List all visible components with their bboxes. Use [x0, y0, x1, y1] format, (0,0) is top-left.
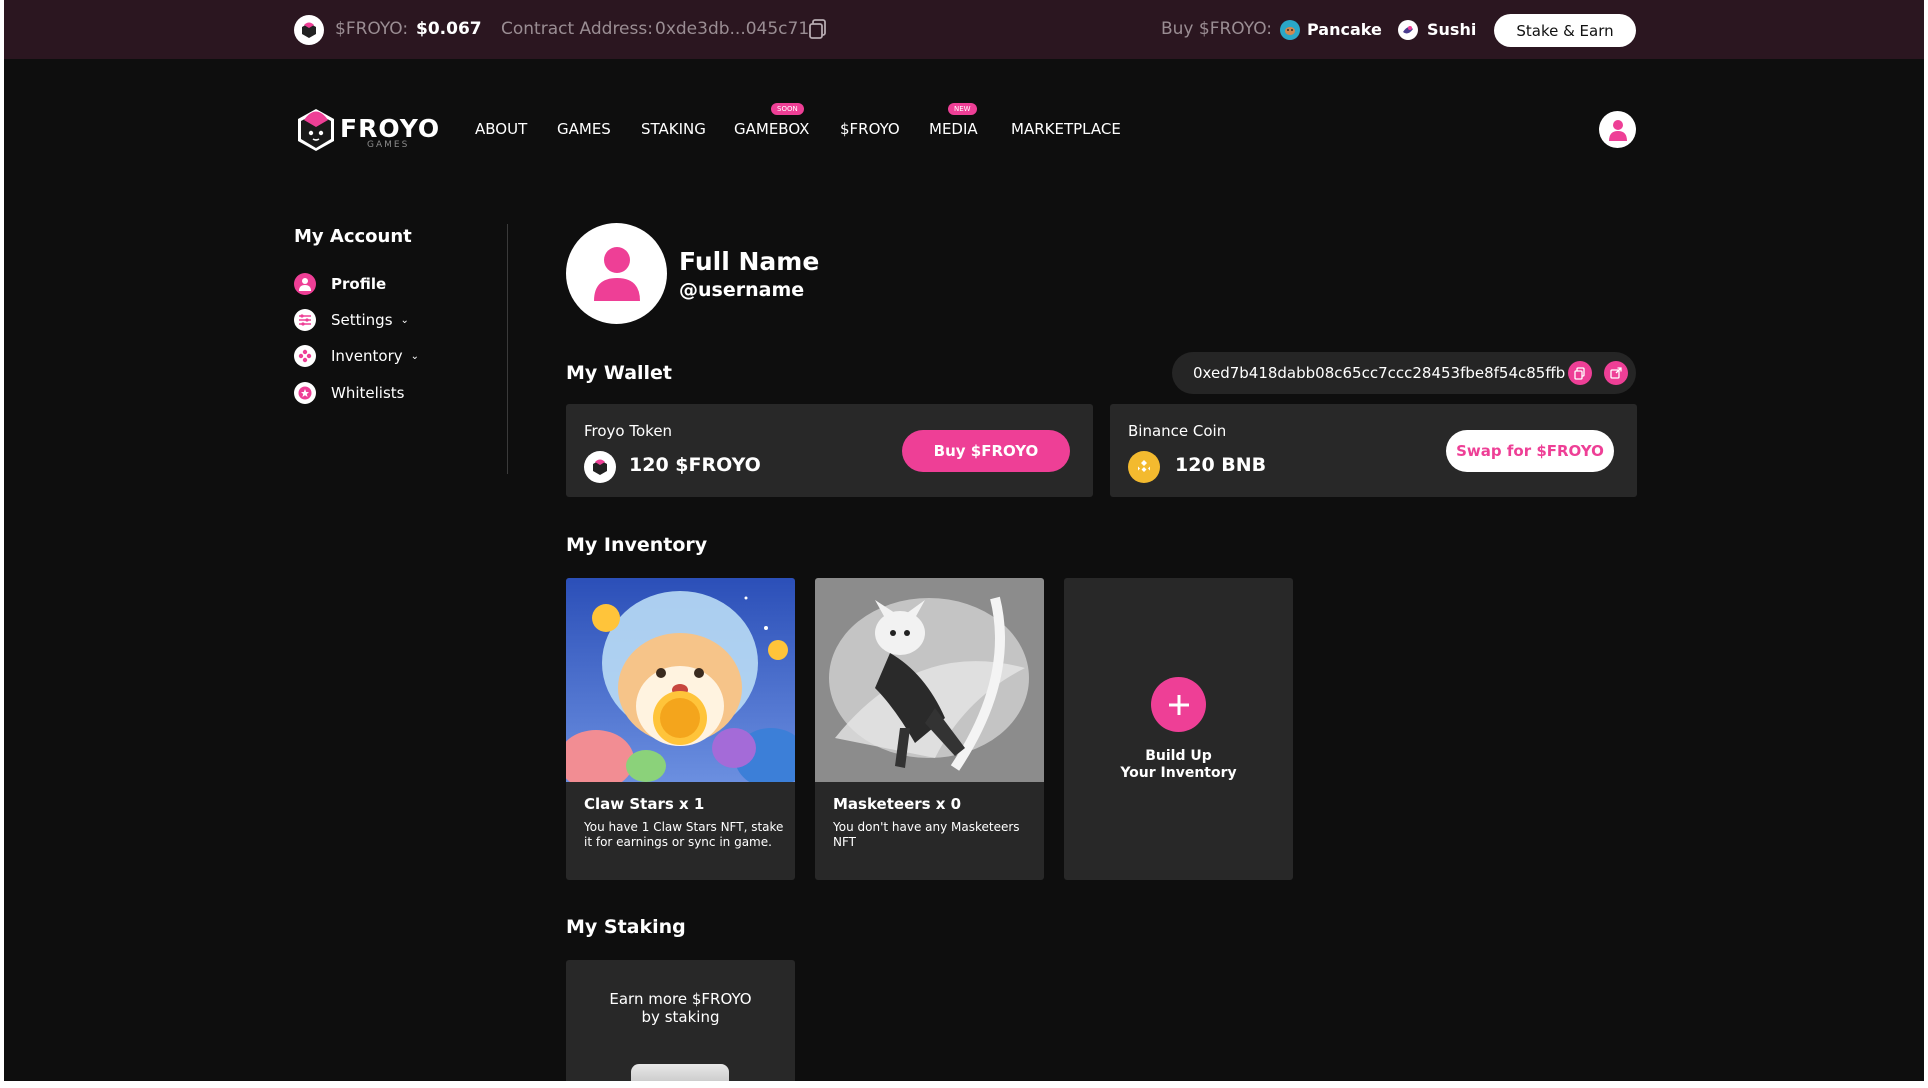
sidebar-item-label: Whitelists: [331, 384, 405, 402]
nav-about[interactable]: ABOUT: [475, 120, 527, 138]
nav-marketplace[interactable]: MARKETPLACE: [1011, 120, 1121, 138]
inventory-item-title: Claw Stars x 1: [584, 795, 705, 813]
sidebar-item-settings[interactable]: Settings ⌄: [294, 308, 409, 332]
sidebar-item-inventory[interactable]: Inventory ⌄: [294, 344, 419, 368]
sliders-icon: [294, 309, 316, 331]
chevron-down-icon[interactable]: ⌄: [411, 351, 419, 362]
nav-games[interactable]: GAMES: [557, 120, 611, 138]
buy-froyo-button[interactable]: Buy $FROYO: [902, 430, 1070, 472]
sidebar-item-label: Settings: [331, 311, 393, 329]
build-inventory-text: Build Up Your Inventory: [1064, 748, 1293, 782]
logo-subtext: GAMES: [367, 140, 410, 150]
wallet-address: 0xed7b418dabb08c65cc7ccc28453fbe8f54c85f…: [1193, 364, 1566, 382]
bnb-balance: 120 BNB: [1175, 454, 1267, 476]
logo-text: FROYO: [340, 114, 441, 143]
profile-full-name: Full Name: [679, 247, 820, 276]
profile-avatar[interactable]: [566, 223, 667, 324]
external-link-icon[interactable]: [1604, 361, 1628, 385]
inventory-card-masketeers[interactable]: Masketeers x 0 You don't have any Masket…: [815, 578, 1044, 880]
add-icon[interactable]: [1151, 677, 1206, 732]
inventory-title: My Inventory: [566, 534, 708, 556]
user-icon: [294, 273, 316, 295]
nav-gamebox[interactable]: GAMEBOX: [734, 120, 809, 138]
build-inventory-line2: Your Inventory: [1120, 765, 1237, 781]
bnb-coin-icon: [1128, 451, 1160, 483]
sushi-link[interactable]: Sushi: [1427, 20, 1476, 39]
froyo-token-card: Froyo Token 120 $FROYO Buy $FROYO: [566, 404, 1093, 497]
staking-chest-image: [631, 1064, 729, 1081]
pancake-link[interactable]: Pancake: [1307, 20, 1382, 39]
pancake-icon[interactable]: [1280, 20, 1300, 40]
top-bar: $FROYO: $0.067 Contract Address: 0xde3db…: [4, 0, 1924, 59]
sidebar-item-whitelists[interactable]: Whitelists: [294, 381, 404, 405]
contract-label: Contract Address:: [501, 19, 653, 39]
froyo-token-icon: [294, 15, 324, 45]
nav-media[interactable]: MEDIA: [929, 120, 978, 138]
star-icon: [294, 382, 316, 404]
soon-badge: SOON: [771, 103, 804, 115]
nav-froyo[interactable]: $FROYO: [840, 120, 900, 138]
inventory-item-title: Masketeers x 0: [833, 795, 962, 813]
sidebar-divider: [507, 224, 508, 474]
staking-card-text: Earn more $FROYO by staking: [566, 990, 795, 1026]
app-frame: $FROYO: $0.067 Contract Address: 0xde3db…: [4, 0, 1924, 1081]
account-avatar-button[interactable]: [1599, 111, 1636, 148]
inventory-item-desc: You have 1 Claw Stars NFT, stake it for …: [584, 820, 784, 849]
nav-staking[interactable]: STAKING: [641, 120, 706, 138]
build-inventory-line1: Build Up: [1145, 748, 1212, 764]
user-icon: [593, 246, 640, 301]
buy-froyo-label: Buy $FROYO:: [1161, 19, 1273, 39]
staking-line2: by staking: [641, 1008, 720, 1026]
masketeers-image: [815, 578, 1044, 782]
copy-icon[interactable]: [808, 18, 828, 40]
swap-for-froyo-button[interactable]: Swap for $FROYO: [1446, 430, 1614, 472]
inventory-card-claw-stars[interactable]: Claw Stars x 1 You have 1 Claw Stars NFT…: [566, 578, 795, 880]
staking-card[interactable]: Earn more $FROYO by staking: [566, 960, 795, 1081]
froyo-token-label: Froyo Token: [584, 422, 673, 440]
sidebar-item-profile[interactable]: Profile: [294, 272, 386, 296]
contract-address: 0xde3db...045c71a: [655, 19, 820, 39]
sidebar-title: My Account: [294, 226, 412, 247]
bnb-token-card: Binance Coin 120 BNB Swap for $FROYO: [1110, 404, 1637, 497]
froyo-balance: 120 $FROYO: [629, 454, 761, 476]
build-inventory-card[interactable]: Build Up Your Inventory: [1064, 578, 1293, 880]
new-badge: NEW: [948, 103, 977, 115]
gamepad-icon: [294, 345, 316, 367]
froyo-price: $0.067: [416, 19, 482, 39]
sushi-icon[interactable]: [1398, 20, 1418, 40]
copy-icon[interactable]: [1568, 361, 1592, 385]
chevron-down-icon[interactable]: ⌄: [401, 315, 409, 326]
sidebar-item-label: Profile: [331, 275, 387, 293]
user-icon: [1608, 119, 1627, 141]
price-label: $FROYO:: [335, 19, 409, 39]
claw-stars-image: [566, 578, 795, 790]
stake-earn-button[interactable]: Stake & Earn: [1494, 14, 1636, 47]
wallet-address-field: 0xed7b418dabb08c65cc7ccc28453fbe8f54c85f…: [1172, 352, 1636, 394]
wallet-title: My Wallet: [566, 362, 673, 384]
profile-username: @username: [679, 279, 805, 301]
inventory-item-desc: You don't have any Masketeers NFT: [833, 820, 1020, 849]
staking-title: My Staking: [566, 916, 686, 938]
froyo-token-icon: [584, 451, 616, 483]
froyo-games-logo[interactable]: FROYO GAMES: [294, 103, 439, 157]
bnb-token-label: Binance Coin: [1128, 422, 1227, 440]
sidebar-item-label: Inventory: [331, 347, 403, 365]
staking-line1: Earn more $FROYO: [609, 990, 752, 1008]
